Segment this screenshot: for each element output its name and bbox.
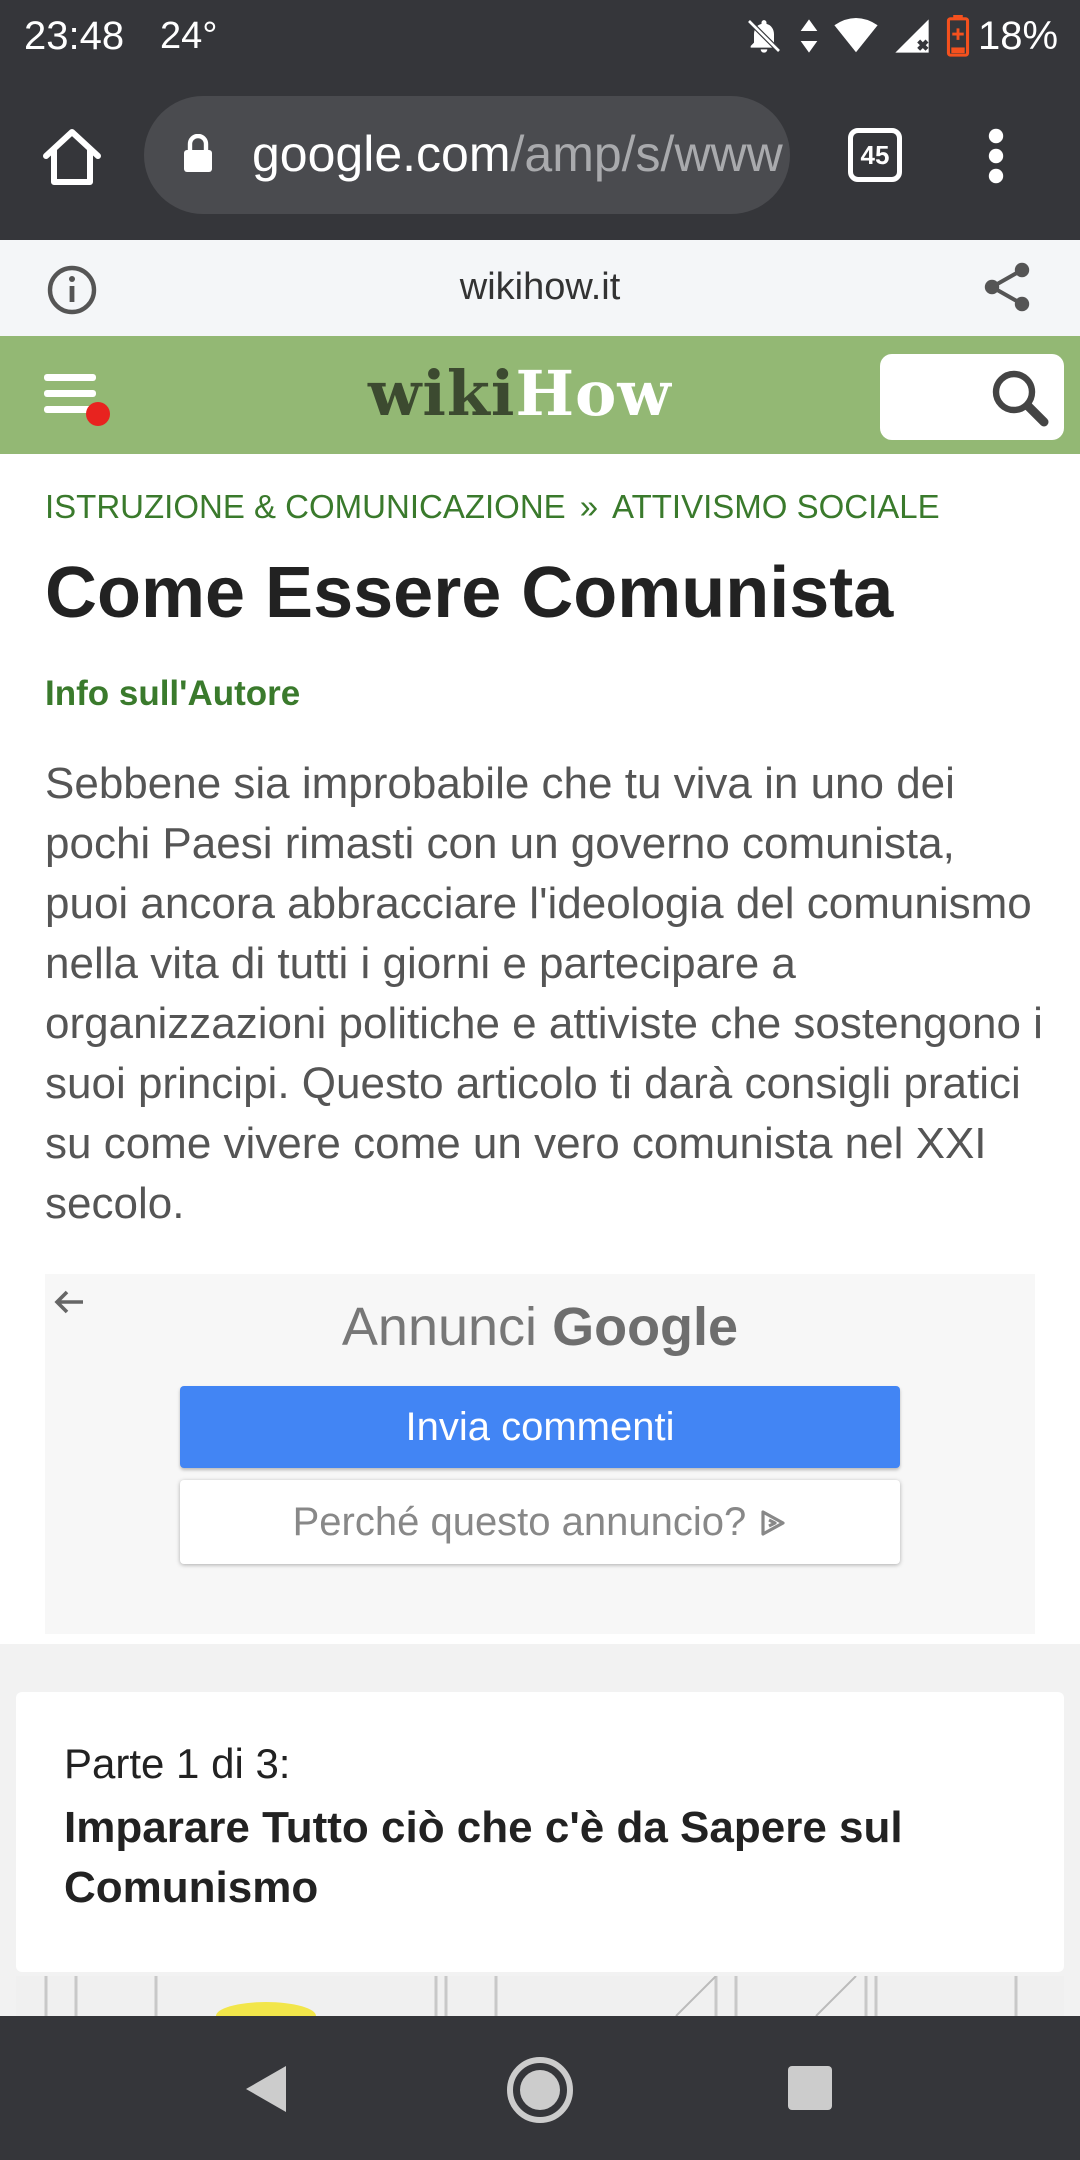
amp-header: wikihow.it [0,240,1080,336]
google-ad-panel: Annunci Google Invia commenti Perché que… [45,1274,1035,1634]
article-intro: Sebbene sia improbabile che tu viva in u… [45,759,1043,1228]
lock-icon [184,134,212,172]
status-temperature: 24° [160,15,218,57]
home-button-icon[interactable] [504,2054,576,2126]
notifications-off-icon [747,19,781,53]
url-bar[interactable]: google.com/amp/s/www [144,96,790,214]
step-image-preview [16,1976,1064,2016]
wikihow-logo[interactable]: wikiHow [368,356,672,432]
data-arrows-icon [800,19,818,53]
breadcrumb: ISTRUZIONE & COMUNICAZIONE » ATTIVISMO SOC… [45,488,940,526]
ad-choices-icon [761,1510,785,1536]
system-navigation-bar [0,2016,1080,2160]
section-card: Parte 1 di 3: Imparare Tutto ciò che c'è… [16,1692,1064,1972]
send-feedback-button[interactable]: Invia commenti [180,1386,900,1468]
google-wordmark: Google [552,1297,739,1357]
share-icon[interactable] [982,260,1032,314]
battery-icon [946,15,970,57]
status-time: 23:48 [24,14,125,58]
cell-signal-icon [895,19,929,53]
back-icon[interactable] [242,2062,290,2116]
page-title: Come Essere Comunista [45,553,894,633]
logo-how: How [515,357,672,430]
status-icons [744,14,970,58]
logo-wiki: wiki [368,357,516,430]
amp-site-host: wikihow.it [459,266,621,308]
url-path: /amp/s/www [510,126,783,182]
home-icon[interactable] [40,126,104,188]
why-this-ad-label: Perché questo annuncio? [292,1500,747,1544]
url-text: google.com/amp/s/www [252,124,783,184]
article-content: ISTRUZIONE & COMUNICAZIONE » ATTIVISMO SOC… [0,454,1080,1644]
url-host: google.com [252,126,511,182]
site-search-box[interactable] [880,354,1064,440]
status-bar: 23:48 24° 18% [0,0,1080,72]
recents-icon[interactable] [786,2064,834,2112]
step-image [16,1976,1064,2016]
menu-icon[interactable] [44,370,110,426]
wifi-icon [834,18,878,53]
battery-percentage: 18% [978,14,1059,58]
breadcrumb-item-category[interactable]: ISTRUZIONE & COMUNICAZIONE [45,488,566,525]
tab-switcher-button[interactable]: 45 [848,128,902,182]
section-part-label: Parte 1 di 3: [64,1740,291,1787]
why-this-ad-button[interactable]: Perché questo annuncio? [180,1480,900,1564]
search-icon[interactable] [990,368,1050,428]
ad-label: Annunci [341,1297,538,1357]
ad-title: Annunci Google [45,1296,1035,1358]
site-header: wikiHow [0,336,1080,454]
author-info-link[interactable]: Info sull'Autore [45,674,300,714]
breadcrumb-item-subcategory[interactable]: ATTIVISMO SOCIALE [612,488,940,525]
section-title: Imparare Tutto ciò che c'è da Sapere sul… [64,1803,903,1912]
more-options-icon[interactable] [986,128,1006,184]
breadcrumb-separator: » [579,488,599,525]
